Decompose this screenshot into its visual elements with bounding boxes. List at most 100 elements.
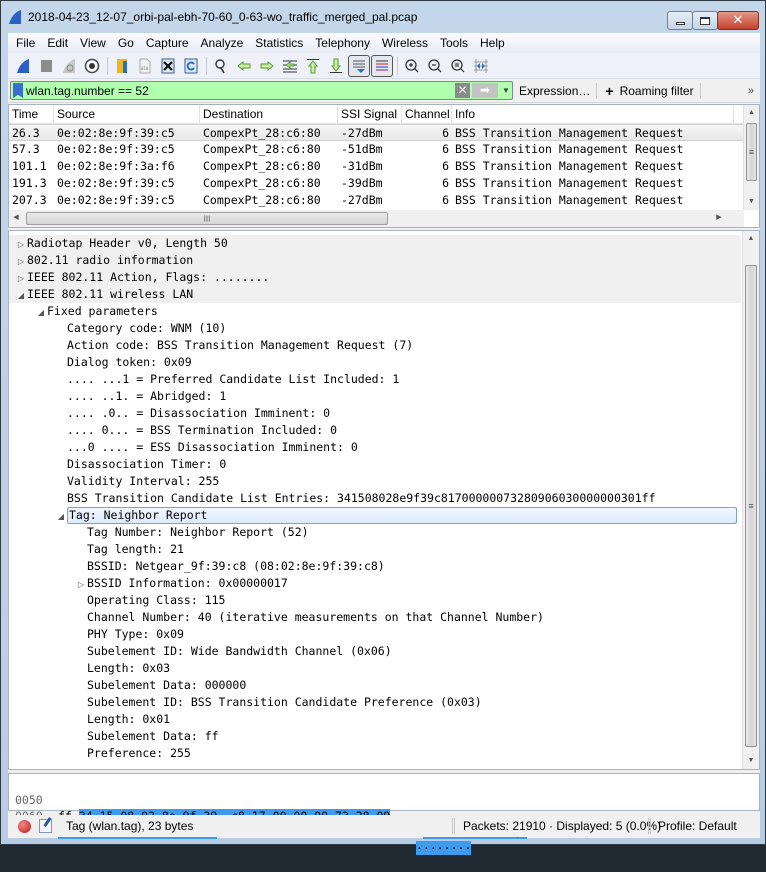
packet-row[interactable]: 191.3 0e:02:8e:9f:39:c5 CompexPt_28:c6:8…	[9, 175, 744, 192]
menu-go[interactable]: Go	[112, 33, 140, 53]
menu-statistics[interactable]: Statistics	[249, 33, 309, 53]
menu-analyze[interactable]: Analyze	[195, 33, 250, 53]
tree-item[interactable]: Tag length: 21	[9, 541, 741, 558]
tree-item[interactable]: ◢ Tag: Neighbor Report	[9, 507, 741, 524]
tree-item[interactable]: BSSID: Netgear_9f:39:c8 (08:02:8e:9f:39:…	[9, 558, 741, 575]
tree-item[interactable]: ▷ IEEE 802.11 Action, Flags: ........	[9, 269, 741, 286]
scroll-up-icon[interactable]: ▲	[744, 105, 759, 121]
find-packet-button[interactable]	[210, 55, 232, 77]
menu-capture[interactable]: Capture	[140, 33, 195, 53]
packet-row[interactable]: 26.3 0e:02:8e:9f:39:c5 CompexPt_28:c6:80…	[9, 124, 744, 141]
colorize-button[interactable]	[371, 54, 393, 77]
more-filters-chevron-icon[interactable]: »	[748, 85, 754, 97]
tree-item[interactable]: BSS Transition Candidate List Entries: 3…	[9, 490, 741, 507]
menu-view[interactable]: View	[74, 33, 112, 53]
tree-item[interactable]: ...0 .... = ESS Disassociation Imminent:…	[9, 439, 741, 456]
column-header-info[interactable]: Info	[452, 105, 734, 123]
tree-item[interactable]: Subelement Data: 000000	[9, 677, 741, 694]
stop-capture-button[interactable]	[35, 55, 57, 77]
go-back-button[interactable]	[233, 55, 255, 77]
expression-button[interactable]: Expression…	[513, 84, 596, 98]
add-filter-button-icon[interactable]: +	[597, 83, 617, 99]
menu-file[interactable]: File	[10, 33, 41, 53]
capture-status-icon[interactable]	[18, 819, 31, 833]
scrollbar-thumb[interactable]: ≡	[746, 123, 757, 181]
tree-item[interactable]: .... .0.. = Disassociation Imminent: 0	[9, 405, 741, 422]
close-button[interactable]: ✕	[717, 11, 759, 30]
column-header-channel[interactable]: Channel	[402, 105, 452, 123]
tree-item[interactable]: Disassociation Timer: 0	[9, 456, 741, 473]
tree-item[interactable]: Length: 0x03	[9, 660, 741, 677]
column-header-time[interactable]: Time	[9, 105, 54, 123]
expand-arrow-icon[interactable]: ▷	[15, 236, 27, 253]
zoom-reset-button[interactable]	[447, 55, 469, 77]
column-header-destination[interactable]: Destination	[200, 105, 338, 123]
collapse-arrow-icon[interactable]: ◢	[35, 304, 47, 321]
tree-item[interactable]: Dialog token: 0x09	[9, 354, 741, 371]
tree-item[interactable]: Subelement ID: BSS Transition Candidate …	[9, 694, 741, 711]
tree-item[interactable]: Preference: 255	[9, 745, 741, 762]
start-capture-button[interactable]	[12, 55, 34, 77]
menu-tools[interactable]: Tools	[434, 33, 474, 53]
scroll-down-icon[interactable]: ▼	[744, 194, 759, 210]
collapse-arrow-icon[interactable]: ◢	[15, 287, 27, 304]
tree-item[interactable]: ◢ IEEE 802.11 wireless LAN	[9, 286, 741, 303]
packet-list-horizontal-scrollbar[interactable]: ◀ III ▶	[9, 210, 744, 227]
capture-options-button[interactable]	[81, 55, 103, 77]
tree-item[interactable]: Channel Number: 40 (iterative measuremen…	[9, 609, 741, 626]
zoom-out-button[interactable]	[424, 55, 446, 77]
tree-item[interactable]: Category code: WNM (10)	[9, 320, 741, 337]
scroll-right-icon[interactable]: ▶	[712, 210, 726, 226]
packet-row[interactable]: 207.3 0e:02:8e:9f:39:c5 CompexPt_28:c6:8…	[9, 192, 744, 209]
zoom-in-button[interactable]	[401, 55, 423, 77]
packet-row[interactable]: 101.1 0e:02:8e:9f:3a:f6 CompexPt_28:c6:8…	[9, 158, 744, 175]
edit-comment-icon[interactable]	[39, 819, 52, 833]
packet-list-vertical-scrollbar[interactable]: ▲ ≡ ▼	[743, 105, 759, 210]
roaming-filter-button[interactable]: Roaming filter	[618, 84, 700, 98]
tree-item[interactable]: Subelement ID: Wide Bandwidth Channel (0…	[9, 643, 741, 660]
tree-item[interactable]: .... ..1. = Abridged: 1	[9, 388, 741, 405]
details-vertical-scrollbar[interactable]: ▲ ≡ ▼	[742, 231, 759, 769]
tree-item[interactable]: Subelement Data: ff	[9, 728, 741, 745]
tree-item[interactable]: ▷ Radiotap Header v0, Length 50	[9, 235, 741, 252]
tree-item[interactable]: .... ...1 = Preferred Candidate List Inc…	[9, 371, 741, 388]
scroll-up-icon[interactable]: ▲	[743, 231, 759, 247]
ascii-bytes[interactable]: ········	[416, 840, 472, 856]
scrollbar-thumb[interactable]: ≡	[745, 265, 757, 747]
maximize-button[interactable]	[692, 11, 718, 30]
collapse-arrow-icon[interactable]: ◢	[55, 508, 67, 525]
bookmark-icon[interactable]	[13, 83, 23, 98]
expand-arrow-icon[interactable]: ▷	[15, 270, 27, 287]
tree-item[interactable]: ◢ Fixed parameters	[9, 303, 741, 320]
menu-edit[interactable]: Edit	[41, 33, 74, 53]
tree-item[interactable]: .... 0... = BSS Termination Included: 0	[9, 422, 741, 439]
restart-capture-button[interactable]	[58, 55, 80, 77]
clear-filter-icon[interactable]: ✕	[455, 83, 470, 98]
reload-file-button[interactable]	[180, 55, 202, 77]
tree-item[interactable]: Tag Number: Neighbor Report (52)	[9, 524, 741, 541]
column-header-source[interactable]: Source	[54, 105, 200, 123]
scroll-left-icon[interactable]: ◀	[9, 210, 23, 226]
filter-history-dropdown-icon[interactable]: ▼	[500, 86, 512, 95]
tree-item[interactable]: PHY Type: 0x09	[9, 626, 741, 643]
go-to-packet-button[interactable]	[279, 55, 301, 77]
expand-arrow-icon[interactable]: ▷	[75, 576, 87, 593]
go-forward-button[interactable]	[256, 55, 278, 77]
close-file-button[interactable]	[157, 55, 179, 77]
menu-telephony[interactable]: Telephony	[309, 33, 376, 53]
apply-filter-icon[interactable]: ➡	[472, 83, 498, 98]
save-file-button[interactable]: 010	[134, 55, 156, 77]
menu-wireless[interactable]: Wireless	[376, 33, 434, 53]
display-filter-input[interactable]	[26, 82, 455, 99]
expand-arrow-icon[interactable]: ▷	[15, 253, 27, 270]
auto-scroll-button[interactable]	[348, 54, 370, 77]
go-first-button[interactable]	[302, 55, 324, 77]
tree-item[interactable]: Length: 0x01	[9, 711, 741, 728]
tree-item[interactable]: Action code: BSS Transition Management R…	[9, 337, 741, 354]
tree-item[interactable]: Operating Class: 115	[9, 592, 741, 609]
status-profile[interactable]: Profile: Default	[658, 819, 737, 833]
open-file-button[interactable]	[111, 55, 133, 77]
tree-item[interactable]: ▷ BSSID Information: 0x00000017	[9, 575, 741, 592]
tree-item[interactable]: ▷ 802.11 radio information	[9, 252, 741, 269]
tree-item[interactable]: Validity Interval: 255	[9, 473, 741, 490]
